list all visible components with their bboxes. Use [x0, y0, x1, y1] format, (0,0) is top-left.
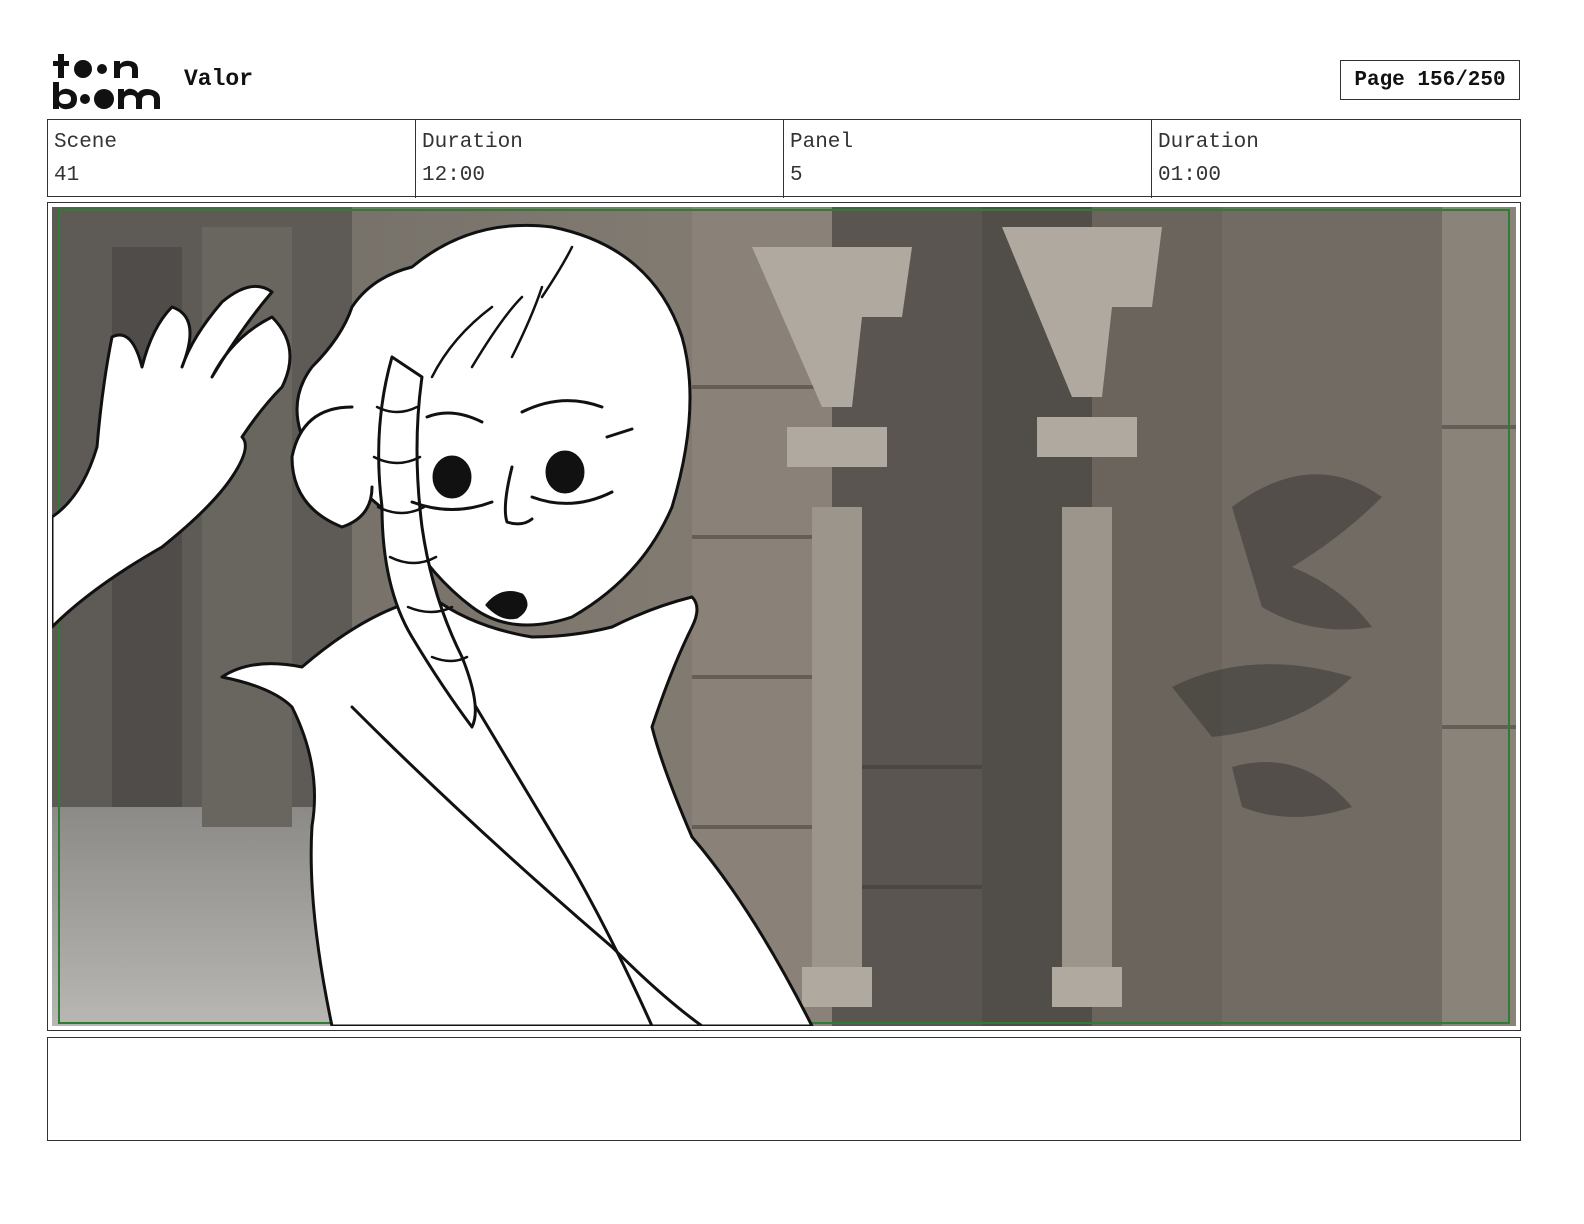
scene-duration-cell: Duration 12:00: [416, 120, 784, 198]
toon-boom-logo: [52, 52, 164, 112]
scene-info-table: Scene 41 Duration 12:00 Panel 5 Duration…: [47, 119, 1521, 198]
panel-duration-cell: Duration 01:00: [1152, 120, 1520, 198]
scene-label: Scene: [54, 131, 118, 154]
panel-duration-value: 01:00: [1158, 164, 1222, 187]
panel-cell: Panel 5: [784, 120, 1152, 198]
page-label: Page 156/250: [1354, 68, 1506, 92]
panel-image: [52, 207, 1516, 1026]
scene-duration-label: Duration: [422, 131, 523, 154]
project-title: Valor: [184, 66, 254, 92]
panel-label: Panel: [790, 131, 854, 154]
scene-cell: Scene 41: [48, 120, 416, 198]
page-indicator: Page 156/250: [1340, 60, 1520, 100]
scene-duration-value: 12:00: [422, 164, 486, 187]
scene-value: 41: [54, 164, 80, 187]
panel-duration-label: Duration: [1158, 131, 1259, 154]
panel-value: 5: [790, 164, 803, 187]
panel-notes-box: [47, 1037, 1521, 1141]
